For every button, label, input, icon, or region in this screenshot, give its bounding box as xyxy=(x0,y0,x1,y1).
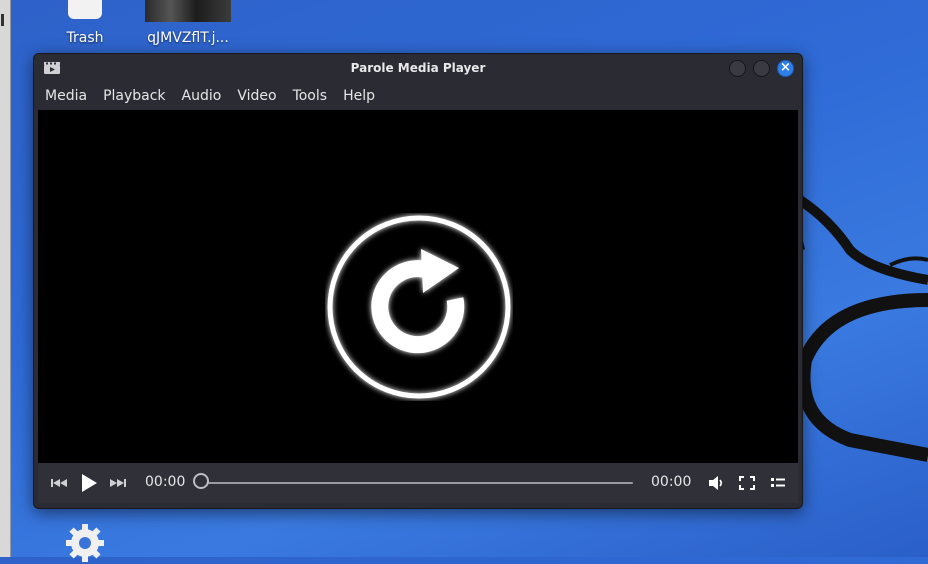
left-panel-strip xyxy=(0,0,11,557)
menu-playback[interactable]: Playback xyxy=(95,84,173,110)
image-thumbnail xyxy=(145,0,231,22)
video-area[interactable] xyxy=(38,110,798,463)
total-time: 00:00 xyxy=(651,474,692,490)
desktop-icon-image-file[interactable]: qJMVZflT.j... xyxy=(138,0,238,46)
desktop-icon-label: qJMVZflT.j... xyxy=(147,30,229,46)
strip-mark xyxy=(1,14,4,26)
menu-video[interactable]: Video xyxy=(229,84,284,110)
next-track-icon[interactable] xyxy=(109,473,127,493)
desktop-icon-trash[interactable]: Trash xyxy=(55,0,115,46)
menu-audio[interactable]: Audio xyxy=(174,84,230,110)
fullscreen-icon[interactable] xyxy=(738,473,756,493)
playlist-icon[interactable] xyxy=(769,473,787,493)
menubar: Media Playback Audio Video Tools Help xyxy=(34,84,802,110)
replay-icon[interactable] xyxy=(325,213,513,401)
desktop-wallpaper-dragon xyxy=(792,195,928,462)
maximize-button[interactable] xyxy=(753,60,770,77)
menu-help[interactable]: Help xyxy=(335,84,383,110)
desktop-icon-label: Trash xyxy=(66,30,104,46)
close-button[interactable]: × xyxy=(777,60,794,77)
seek-bar[interactable] xyxy=(197,482,633,484)
trash-icon xyxy=(68,0,102,19)
play-icon[interactable] xyxy=(79,473,99,493)
playback-controls: 00:00 00:00 xyxy=(38,463,798,503)
settings-gear-icon[interactable] xyxy=(64,522,106,564)
current-time: 00:00 xyxy=(145,474,186,490)
parole-window: Parole Media Player × Media Playback Aud… xyxy=(33,53,803,509)
titlebar[interactable]: Parole Media Player × xyxy=(34,54,802,84)
menu-tools[interactable]: Tools xyxy=(285,84,336,110)
minimize-button[interactable] xyxy=(729,60,746,77)
menu-media[interactable]: Media xyxy=(34,84,95,110)
previous-track-icon[interactable] xyxy=(50,473,68,493)
window-title: Parole Media Player xyxy=(350,61,486,75)
volume-icon[interactable] xyxy=(707,473,725,493)
seek-handle[interactable] xyxy=(193,473,209,489)
